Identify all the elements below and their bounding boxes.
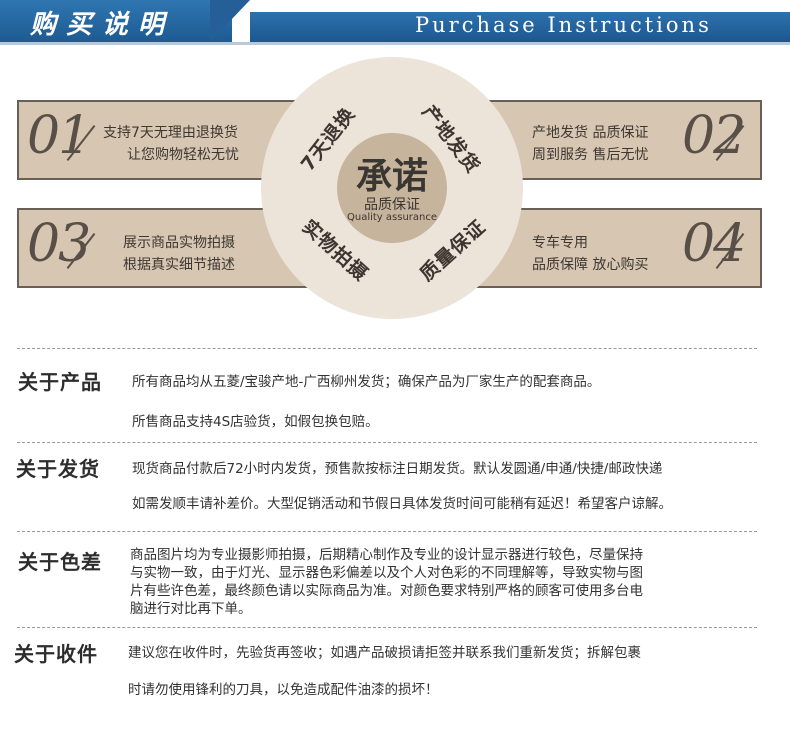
promise-line-1: 专车专用 <box>532 235 588 251</box>
promise-line-1: 支持7天无理由退换货 <box>103 125 238 141</box>
section-line: 如需发顺丰请补差价。大型促销活动和节假日具体发货时间可能稍有延迟！希望客户谅解。 <box>132 496 672 512</box>
promise-line-1: 展示商品实物拍摄 <box>123 235 235 251</box>
section-divider <box>17 531 757 532</box>
section-line: 脑进行对比再下单。 <box>130 601 252 617</box>
promise-line-1: 产地发货 品质保证 <box>532 125 649 141</box>
header-slant <box>210 0 250 42</box>
header-title-en: Purchase Instructions <box>415 13 712 37</box>
section-title-color: 关于色差 <box>18 550 102 574</box>
section-line: 时请勿使用锋利的刀具，以免造成配件油漆的损坏！ <box>128 682 439 698</box>
section-line: 所售商品支持4S店验货，如假包换包赔。 <box>132 414 379 430</box>
promise-line-2: 周到服务 售后无忧 <box>532 147 649 163</box>
header-title-cn: 购买说明 <box>30 10 175 40</box>
promise-number: 01 <box>27 106 91 166</box>
circle-title: 承诺 <box>355 155 428 197</box>
section-title-product: 关于产品 <box>18 370 102 394</box>
promise-line-2: 根据真实细节描述 <box>123 257 235 273</box>
circle-english: Quality assurance <box>346 212 438 223</box>
section-divider <box>17 442 757 443</box>
section-line: 所有商品均从五菱/宝骏产地-广西柳州发货；确保产品为厂家生产的配套商品。 <box>132 374 601 390</box>
section-line: 片有些许色差，最终颜色请以实际商品为准。对颜色要求特别严格的顾客可使用多台电 <box>130 583 643 599</box>
header-rule <box>0 42 790 45</box>
section-line: 建议您在收件时，先验货再签收；如遇产品破损请拒签并联系我们重新发货；拆解包裹 <box>128 645 641 661</box>
section-line: 现货商品付款后72小时内发货，预售款按标注日期发货。默认发圆通/申通/快捷/邮政… <box>132 461 663 477</box>
section-title-receipt: 关于收件 <box>14 642 98 666</box>
promise-number: 03 <box>27 214 91 274</box>
header-banner: 购买说明 Purchase Instructions <box>0 0 790 46</box>
circle-subtitle: 品质保证 <box>364 197 420 213</box>
section-line: 与实物一致，由于灯光、显示器色彩偏差以及个人对色彩的不同理解等，导致实物与图 <box>130 565 643 581</box>
section-line: 商品图片均为专业摄影师拍摄，后期精心制作及专业的设计显示器进行较色，尽量保持 <box>130 547 643 563</box>
promise-line-2: 品质保障 放心购买 <box>532 257 649 273</box>
section-divider <box>17 348 757 349</box>
promise-line-2: 让您购物轻松无忧 <box>127 147 239 163</box>
section-title-shipping: 关于发货 <box>16 457 100 481</box>
section-divider <box>17 627 757 628</box>
